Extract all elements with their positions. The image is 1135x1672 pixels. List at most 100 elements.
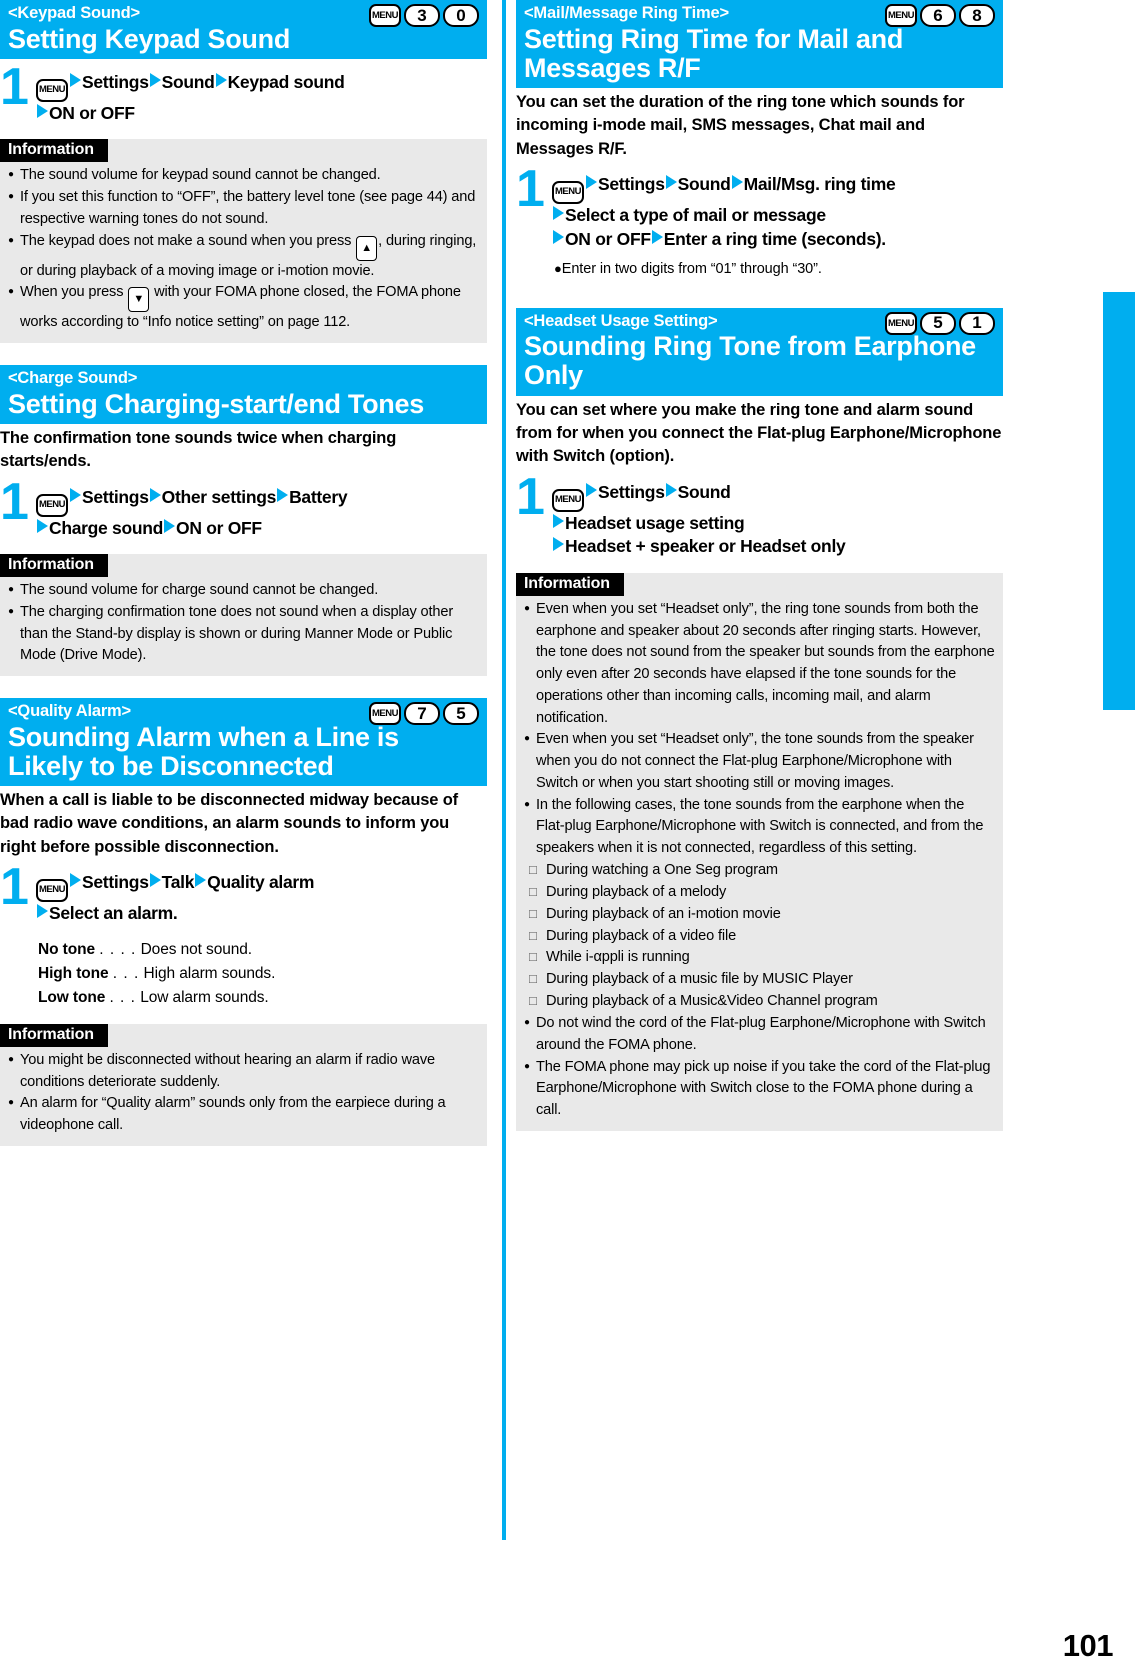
information-list: The sound volume for keypad sound cannot… xyxy=(8,165,479,334)
section-banner: MENU 7 5 <Quality Alarm> Sounding Alarm … xyxy=(0,698,487,787)
definition-row: Low tone . . . Low alarm sounds. xyxy=(38,986,487,1010)
procedure-step: 1 MENU Settings Other settings Battery Char… xyxy=(0,472,487,541)
step-line: MENU Settings Other settings Battery xyxy=(36,486,487,517)
step-line: Select an alarm. xyxy=(36,902,487,926)
key-sequence: MENU 6 8 xyxy=(885,4,995,27)
section-mail-message-ring-time: MENU 6 8 <Mail/Message Ring Time> Settin… xyxy=(516,0,1003,280)
arrow-icon xyxy=(553,206,564,221)
step-line: Charge sound ON or OFF xyxy=(36,517,487,541)
arrow-icon xyxy=(277,487,289,502)
arrow-icon xyxy=(195,873,207,888)
menu-key-icon: MENU xyxy=(369,4,401,27)
arrow-icon xyxy=(651,229,663,244)
list-item: The sound volume for keypad sound cannot… xyxy=(8,165,479,187)
arrow-icon xyxy=(70,487,81,502)
arrow-icon xyxy=(586,175,597,190)
step-body: MENU Settings Sound Keypad sound ON or OFF xyxy=(36,69,487,126)
list-item: Even when you set “Headset only”, the to… xyxy=(524,729,995,794)
information-list: Even when you set “Headset only”, the ri… xyxy=(524,599,995,860)
step-body: MENU Settings Other settings Battery Charge… xyxy=(36,484,487,541)
list-item: While i-αppli is running xyxy=(524,947,995,969)
list-item: An alarm for “Quality alarm” sounds only… xyxy=(8,1093,479,1136)
menu-key-icon: MENU xyxy=(552,488,584,512)
information-sublist: During watching a One Seg program During… xyxy=(524,860,995,1013)
arrow-icon xyxy=(731,175,743,190)
definition-dots: . . . xyxy=(109,988,136,1006)
manual-page: MENU 3 0 <Keypad Sound> Setting Keypad S… xyxy=(0,0,1135,1672)
arrow-icon xyxy=(37,904,48,919)
list-item: During playback of a music file by MUSIC… xyxy=(524,969,995,991)
list-item: The FOMA phone may pick up noise if you … xyxy=(524,1057,995,1122)
procedure-step: 1 MENU Settings Sound Keypad sound ON or OF… xyxy=(0,57,487,126)
step-number: 1 xyxy=(0,472,29,531)
section-banner: MENU 6 8 <Mail/Message Ring Time> Settin… xyxy=(516,0,1003,88)
page-number: 101 xyxy=(1062,1628,1114,1663)
procedure-step: 1 MENU Settings Sound Mail/Msg. ring time S… xyxy=(516,163,1003,279)
arrow-icon xyxy=(70,873,81,888)
list-item: The sound volume for charge sound cannot… xyxy=(8,580,479,602)
number-key-icon: 8 xyxy=(959,4,995,27)
chapter-tab-label: Sound/Screen/Light Settings xyxy=(1109,302,1130,557)
arrow-icon xyxy=(553,537,564,552)
arrow-icon xyxy=(149,72,161,87)
left-column: MENU 3 0 <Keypad Sound> Setting Keypad S… xyxy=(0,0,487,1146)
definition-desc: High alarm sounds. xyxy=(143,964,276,982)
definition-desc: Does not sound. xyxy=(140,940,252,958)
section-quality-alarm: MENU 7 5 <Quality Alarm> Sounding Alarm … xyxy=(0,698,487,1146)
number-key-icon: 0 xyxy=(443,4,479,27)
section-keypad-sound: MENU 3 0 <Keypad Sound> Setting Keypad S… xyxy=(0,0,487,343)
menu-key-icon: MENU xyxy=(885,311,917,335)
step-body: MENU Settings Sound Headset usage setting … xyxy=(552,479,1003,559)
up-key-icon: ▲ xyxy=(356,235,378,261)
step-line: MENU Settings Talk Quality alarm xyxy=(36,871,487,903)
step-body: MENU Settings Talk Quality alarm Select an … xyxy=(36,869,487,926)
list-item: During playback of an i-motion movie xyxy=(524,904,995,926)
arrow-icon xyxy=(164,518,176,533)
arrow-icon xyxy=(665,175,677,190)
information-list-tail: Do not wind the cord of the Flat-plug Ea… xyxy=(524,1013,995,1122)
number-key-icon: 3 xyxy=(404,4,440,27)
step-body: MENU Settings Sound Mail/Msg. ring time Sel… xyxy=(552,171,1003,279)
menu-key-icon: MENU xyxy=(552,181,584,205)
arrow-icon xyxy=(215,72,227,87)
step-note: ●Enter in two digits from “01” through “… xyxy=(554,259,1003,279)
list-item: You might be disconnected without hearin… xyxy=(8,1050,479,1093)
column-divider xyxy=(502,0,506,1540)
list-item: In the following cases, the tone sounds … xyxy=(524,795,995,860)
information-header: Information xyxy=(516,573,624,597)
information-list: You might be disconnected without hearin… xyxy=(8,1050,479,1137)
bullet-icon: ● xyxy=(554,261,562,277)
arrow-icon xyxy=(37,518,48,533)
key-sequence: MENU 7 5 xyxy=(369,702,479,726)
number-key-icon: 7 xyxy=(404,702,440,726)
menu-key-icon: MENU xyxy=(885,4,917,27)
number-key-icon: 6 xyxy=(920,4,956,27)
step-line: ON or OFF xyxy=(36,102,487,126)
section-lead: When a call is liable to be disconnected… xyxy=(0,791,459,856)
section-lead: The confirmation tone sounds twice when … xyxy=(0,428,397,471)
arrow-icon xyxy=(665,482,677,497)
procedure-step: 1 MENU Settings Talk Quality alarm Select a… xyxy=(0,861,487,926)
list-item: Even when you set “Headset only”, the ri… xyxy=(524,599,995,729)
arrow-icon xyxy=(37,103,48,118)
information-header: Information xyxy=(0,139,108,163)
step-line: Select a type of mail or message xyxy=(552,204,1003,228)
number-key-icon: 1 xyxy=(959,311,995,335)
list-item: During playback of a video file xyxy=(524,926,995,948)
section-title: Setting Keypad Sound xyxy=(8,23,291,54)
section-title: Sounding Ring Tone from Earphone Only xyxy=(524,331,976,391)
step-line: ON or OFF Enter a ring time (seconds). xyxy=(552,228,1003,252)
arrow-icon xyxy=(149,873,161,888)
section-banner: <Charge Sound> Setting Charging-start/en… xyxy=(0,364,487,424)
definition-term: Low tone xyxy=(38,988,106,1006)
number-key-icon: 5 xyxy=(920,311,956,335)
section-banner: MENU 3 0 <Keypad Sound> Setting Keypad S… xyxy=(0,0,487,59)
menu-key-icon: MENU xyxy=(369,702,401,726)
menu-key-icon: MENU xyxy=(36,78,68,102)
section-title: Setting Charging-start/end Tones xyxy=(8,388,424,419)
definition-dots: . . . . xyxy=(99,940,137,958)
step-number: 1 xyxy=(0,57,29,116)
list-item: The keypad does not make a sound when yo… xyxy=(8,231,479,283)
step-line: Headset usage setting xyxy=(552,512,1003,536)
section-title: Sounding Alarm when a Line is Likely to … xyxy=(8,721,399,781)
